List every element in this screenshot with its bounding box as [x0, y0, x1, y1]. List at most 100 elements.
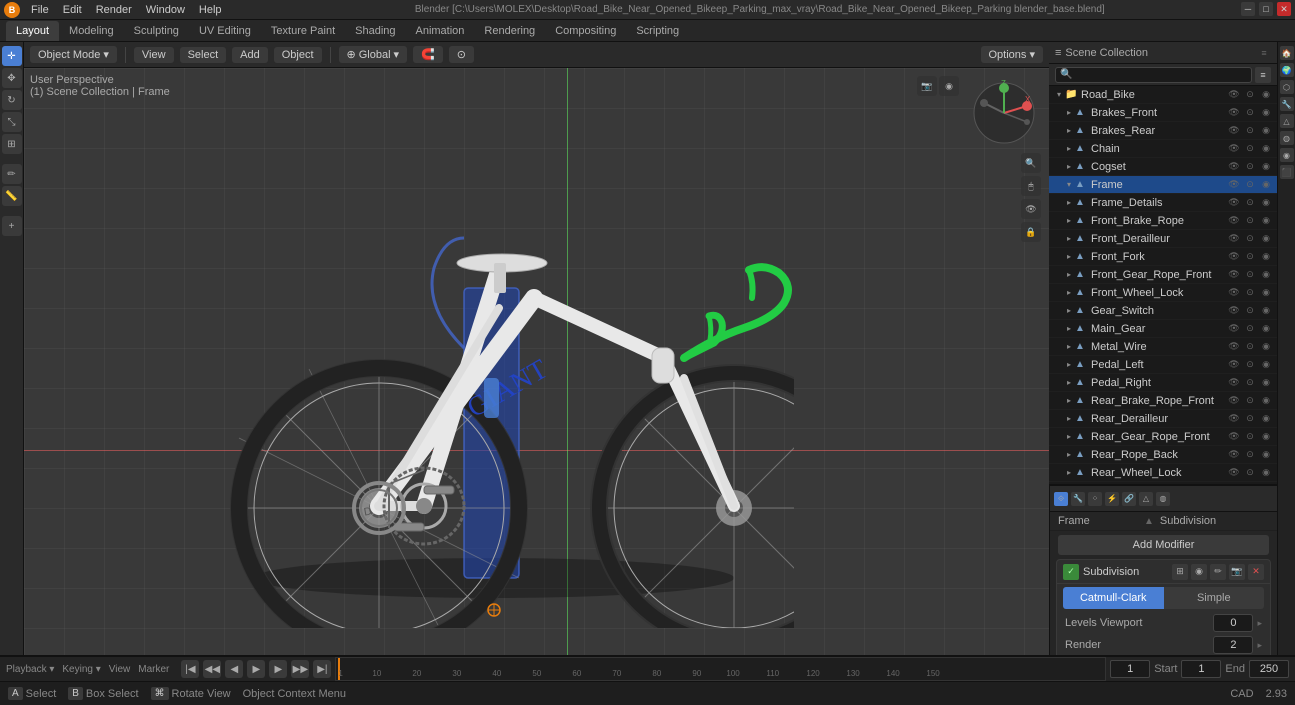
modifier-edit-btn[interactable]: ✏ [1210, 564, 1226, 580]
render-btn[interactable]: ◉ [1259, 466, 1273, 480]
select-btn[interactable]: ⊙ [1243, 286, 1257, 300]
next-keyframe-btn[interactable]: ▶ [269, 660, 287, 678]
start-frame-input[interactable]: 1 [1181, 660, 1221, 678]
select-btn[interactable]: ⊙ [1243, 268, 1257, 282]
minimize-button[interactable]: ─ [1241, 2, 1255, 16]
simple-btn[interactable]: Simple [1164, 587, 1265, 609]
tool-add[interactable]: + [2, 216, 22, 236]
outliner-search-input[interactable]: 🔍 [1055, 67, 1252, 83]
menu-file[interactable]: File [24, 0, 56, 19]
outliner-item[interactable]: ▸ ▲ Frame_Details 👁 ⊙ ◉ [1049, 194, 1277, 212]
render-btn[interactable]: ◉ [1259, 394, 1273, 408]
visibility-btn[interactable]: 👁 [1227, 394, 1241, 408]
tool-move[interactable]: ✥ [2, 68, 22, 88]
select-btn[interactable]: ⊙ [1243, 304, 1257, 318]
render-btn[interactable]: ◉ [1259, 196, 1273, 210]
render-level-input[interactable]: 2 [1213, 636, 1253, 654]
menu-render[interactable]: Render [89, 0, 139, 19]
render-btn[interactable]: ◉ [1259, 88, 1273, 102]
viewport-canvas[interactable]: User Perspective (1) Scene Collection | … [24, 68, 1049, 655]
add-modifier-btn[interactable]: Add Modifier [1058, 535, 1269, 555]
levels-viewport-input[interactable]: 0 [1213, 614, 1253, 632]
sp-tab-output[interactable]: ⬛ [1280, 165, 1294, 179]
visibility-btn[interactable]: 👁 [1227, 412, 1241, 426]
end-frame-input[interactable]: 250 [1249, 660, 1289, 678]
outliner-item[interactable]: ▸ ▲ Rear_Brake_Rope_Front 👁 ⊙ ◉ [1049, 392, 1277, 410]
view-menu-btn[interactable]: View [134, 47, 174, 63]
props-tab-physics[interactable]: ⚡ [1105, 492, 1119, 506]
render-btn[interactable]: ◉ [1259, 304, 1273, 318]
props-tab-data[interactable]: △ [1139, 492, 1153, 506]
render-btn[interactable]: ◉ [1259, 124, 1273, 138]
visibility-btn[interactable]: 👁 [1227, 232, 1241, 246]
tool-transform[interactable]: ⊞ [2, 134, 22, 154]
close-button[interactable]: ✕ [1277, 2, 1291, 16]
outliner-filter-btn[interactable]: ≡ [1257, 46, 1271, 60]
select-menu-btn[interactable]: Select [180, 47, 227, 63]
visibility-btn[interactable]: 👁 [1227, 124, 1241, 138]
outliner-item[interactable]: ▸ ▲ Brakes_Front 👁 ⊙ ◉ [1049, 104, 1277, 122]
render-btn[interactable]: ◉ [1259, 376, 1273, 390]
camera-view-btn[interactable]: 📷 [917, 76, 937, 96]
zoom-btn[interactable]: 🔍 [1021, 153, 1041, 173]
render-btn[interactable]: ◉ [1259, 286, 1273, 300]
select-btn[interactable]: ⊙ [1243, 214, 1257, 228]
select-btn[interactable]: ⊙ [1243, 160, 1257, 174]
tab-shading[interactable]: Shading [345, 21, 405, 41]
select-btn[interactable]: ⊙ [1243, 412, 1257, 426]
render-btn[interactable]: ◉ [1259, 484, 1273, 485]
render-btn[interactable]: ◉ [1259, 160, 1273, 174]
tab-modeling[interactable]: Modeling [59, 21, 124, 41]
visibility-btn[interactable]: 👁 [1227, 448, 1241, 462]
keying-label[interactable]: Keying ▾ [62, 664, 104, 675]
select-btn[interactable]: ⊙ [1243, 376, 1257, 390]
select-btn[interactable]: ⊙ [1243, 196, 1257, 210]
outliner-item[interactable]: ▸ ▲ Metal_Wire 👁 ⊙ ◉ [1049, 338, 1277, 356]
modifier-enabled-btn[interactable]: ✓ [1063, 564, 1079, 580]
outliner-item[interactable]: ▸ ▲ Front_Derailleur 👁 ⊙ ◉ [1049, 230, 1277, 248]
render-btn[interactable]: ◉ [1259, 178, 1273, 192]
tab-scripting[interactable]: Scripting [626, 21, 689, 41]
outliner-item[interactable]: ▸ ▲ Cogset 👁 ⊙ ◉ [1049, 158, 1277, 176]
visibility-btn[interactable]: 👁 [1227, 250, 1241, 264]
props-tab-constraints[interactable]: 🔗 [1122, 492, 1136, 506]
sp-tab-world[interactable]: 🌍 [1280, 63, 1294, 77]
select-btn[interactable]: ⊙ [1243, 484, 1257, 485]
visibility-btn[interactable]: 👁 [1227, 430, 1241, 444]
tab-animation[interactable]: Animation [406, 21, 475, 41]
sp-tab-render[interactable]: ◉ [1280, 148, 1294, 162]
visibility-btn[interactable]: 👁 [1227, 106, 1241, 120]
transform-global[interactable]: ⊕ Global ▾ [339, 46, 408, 63]
render-btn[interactable]: ◉ [1259, 250, 1273, 264]
visibility-btn[interactable]: 👁 [1227, 142, 1241, 156]
timeline-ruler[interactable]: 1 10 20 30 40 50 60 70 80 90 100 110 120… [335, 657, 1106, 681]
viewport-gizmo[interactable]: X Z [969, 78, 1039, 148]
tool-cursor[interactable]: ✛ [2, 46, 22, 66]
next-frame-btn[interactable]: ▶▶ [291, 660, 309, 678]
outliner-item[interactable]: ▸ ▲ Main_Gear 👁 ⊙ ◉ [1049, 320, 1277, 338]
select-btn[interactable]: ⊙ [1243, 106, 1257, 120]
render-btn[interactable]: ◉ [1259, 430, 1273, 444]
outliner-item[interactable]: ▸ ▲ Pedal_Right 👁 ⊙ ◉ [1049, 374, 1277, 392]
visibility-btn[interactable]: 👁 [1227, 268, 1241, 282]
render-btn[interactable]: ◉ [1259, 106, 1273, 120]
tab-texture-paint[interactable]: Texture Paint [261, 21, 345, 41]
catmull-clark-btn[interactable]: Catmull-Clark [1063, 587, 1164, 609]
options-btn[interactable]: Options ▾ [981, 46, 1044, 63]
visibility-btn[interactable]: 👁 [1227, 466, 1241, 480]
outliner-item[interactable]: ▸ ▲ Rear_Wheel_Lock 👁 ⊙ ◉ [1049, 464, 1277, 482]
select-btn[interactable]: ⊙ [1243, 178, 1257, 192]
jump-end-btn[interactable]: ▶| [313, 660, 331, 678]
visibility-btn[interactable]: 👁 [1227, 304, 1241, 318]
outliner-item[interactable]: ▸ ▲ Road_Bike_Near_Opened_Bikeep_Parkin … [1049, 482, 1277, 484]
maximize-button[interactable]: □ [1259, 2, 1273, 16]
sp-tab-material[interactable]: ◍ [1280, 131, 1294, 145]
visibility-btn[interactable]: 👁 [1227, 376, 1241, 390]
proportional-btn[interactable]: ⊙ [449, 46, 474, 63]
select-btn[interactable]: ⊙ [1243, 394, 1257, 408]
select-btn[interactable]: ⊙ [1243, 466, 1257, 480]
tool-annotate[interactable]: ✏ [2, 164, 22, 184]
visibility-btn[interactable]: 👁 [1227, 340, 1241, 354]
menu-edit[interactable]: Edit [56, 0, 89, 19]
tab-layout[interactable]: Layout [6, 21, 59, 41]
